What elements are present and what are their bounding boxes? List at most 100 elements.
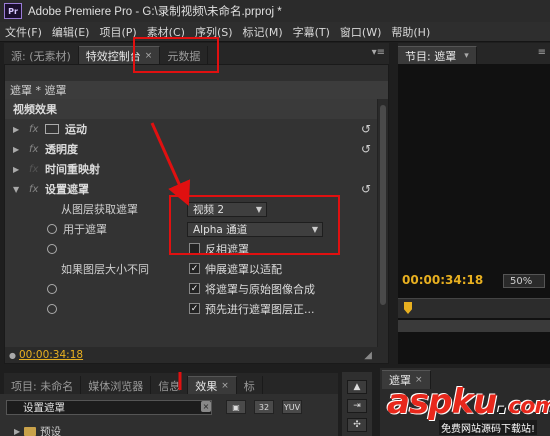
menu-title[interactable]: 字幕(T) — [288, 24, 335, 40]
expand-triangle-icon[interactable]: ▶ — [14, 427, 20, 436]
collapse-triangle-icon[interactable]: ▼ — [13, 185, 23, 194]
tree-item-label: 预设 — [40, 426, 62, 436]
expand-triangle-icon[interactable]: ▶ — [13, 165, 23, 174]
close-icon[interactable]: × — [221, 381, 229, 391]
current-time[interactable]: 00:00:34:18 — [19, 349, 83, 361]
effect-row-time-remap[interactable]: ▶ fx 时间重映射 — [5, 159, 377, 179]
effect-row-motion[interactable]: ▶ fx 运动 ↺ — [5, 119, 377, 139]
menu-window[interactable]: 窗口(W) — [335, 24, 386, 40]
project-panel-tabs: 项目: 未命名 媒体浏览器 信息 效果 × 标 — [4, 373, 338, 395]
tab-program-label: 节目: 遮罩 — [405, 50, 457, 63]
highlight-matte-settings — [169, 195, 340, 255]
tools-panel: ▲ ⇥ ✣ — [342, 372, 372, 436]
track-select-tool-icon[interactable]: ⇥ — [347, 399, 367, 413]
reset-icon[interactable]: ↺ — [361, 142, 371, 156]
watermark-subtitle: 免费网站源码下载站! — [439, 420, 538, 435]
video-effects-heading: 视频效果 — [5, 99, 377, 119]
watermark-logo: aspku.com — [387, 382, 550, 422]
program-scrub-bar[interactable] — [398, 320, 550, 332]
premiere-logo-icon: Pr — [4, 3, 22, 19]
stopwatch-icon[interactable] — [47, 244, 57, 254]
menu-edit[interactable]: 编辑(E) — [47, 24, 95, 40]
panel-menu-icon[interactable]: ▾≡ — [372, 47, 385, 58]
tab-label: 标 — [243, 379, 255, 393]
stopwatch-icon[interactable] — [47, 284, 57, 294]
checkbox-label: 将遮罩与原始图像合成 — [205, 283, 315, 296]
watermark-tld: com — [508, 394, 550, 419]
menu-file[interactable]: 文件(F) — [0, 24, 47, 40]
premultiply-checkbox[interactable]: ✓ — [189, 303, 200, 314]
ripple-edit-tool-icon[interactable]: ✣ — [347, 418, 367, 432]
watermark-main-text: aspku — [387, 382, 497, 422]
watermark: aspku.com 免费网站源码下载站! — [387, 382, 550, 436]
fx-icon[interactable]: fx — [29, 124, 43, 135]
effect-name: 运动 — [65, 123, 87, 136]
yuv-effects-button[interactable]: YUV — [282, 400, 302, 414]
tab-label: 项目: 未命名 — [11, 379, 74, 393]
effect-name: 时间重映射 — [45, 163, 100, 176]
effect-controls-footer: ● 00:00:34:18 ◢ — [5, 347, 388, 363]
menu-marker[interactable]: 标记(M) — [238, 24, 288, 40]
zoom-value: 50% — [510, 275, 533, 287]
menu-help[interactable]: 帮助(H) — [386, 24, 435, 40]
effect-name: 设置遮罩 — [45, 183, 89, 196]
clear-search-icon[interactable]: × — [201, 401, 211, 412]
prop-label: 从图层获取遮罩 — [61, 203, 138, 216]
checkbox-label: 预先进行遮罩图层正... — [205, 303, 315, 316]
program-monitor-viewer[interactable] — [398, 64, 550, 364]
watermark-dot: . — [496, 382, 509, 422]
reset-icon[interactable]: ↺ — [361, 182, 371, 196]
tree-item-presets[interactable]: ▶ 预设 — [14, 424, 61, 436]
selection-tool-icon[interactable]: ▲ — [347, 380, 367, 394]
accelerated-effects-icon[interactable]: ▣ — [226, 400, 246, 414]
title-bar: Pr Adobe Premiere Pro - G:\录制视频\未命名.prpr… — [0, 0, 550, 22]
effects-search-input[interactable]: 设置遮罩 — [6, 400, 212, 415]
prop-label: 如果图层大小不同 — [61, 263, 149, 276]
clip-header: 遮罩 * 遮罩 — [5, 81, 388, 99]
program-panel-tabs: 节目: 遮罩 ▾ ≡ — [398, 43, 550, 65]
button-label: YUV — [283, 402, 301, 412]
tab-label: 媒体浏览器 — [88, 379, 144, 393]
effect-name: 透明度 — [45, 143, 78, 156]
prop-label: 用于遮罩 — [63, 223, 107, 236]
folder-icon — [24, 427, 37, 436]
program-menu-icon[interactable]: ≡ — [538, 47, 546, 58]
scrollbar-thumb[interactable] — [380, 105, 386, 305]
effect-row-opacity[interactable]: ▶ fx 透明度 ↺ — [5, 139, 377, 159]
tab-markers[interactable]: 标 — [237, 376, 263, 395]
window-title: Adobe Premiere Pro - G:\录制视频\未命名.prproj … — [28, 6, 282, 18]
program-timecode[interactable]: 00:00:34:18 — [402, 273, 483, 287]
fx-icon[interactable]: fx — [29, 184, 43, 195]
fx-icon[interactable]: fx — [29, 144, 43, 155]
button-label: 32 — [258, 402, 270, 412]
highlight-effect-controls-tab — [133, 37, 219, 73]
tab-program[interactable]: 节目: 遮罩 ▾ — [398, 46, 477, 65]
tab-effects[interactable]: 效果 × — [188, 376, 237, 395]
search-value: 设置遮罩 — [23, 402, 65, 414]
tab-project[interactable]: 项目: 未命名 — [4, 376, 82, 395]
tab-label: 效果 — [195, 380, 218, 393]
menu-bar: 文件(F) 编辑(E) 项目(P) 素材(C) 序列(S) 标记(M) 字幕(T… — [0, 22, 550, 42]
stretch-matte-checkbox[interactable]: ✓ — [189, 263, 200, 274]
zoom-out-icon[interactable]: ◢ — [364, 350, 372, 361]
stopwatch-icon[interactable] — [47, 224, 57, 234]
zoom-level-dropdown[interactable]: 50% — [503, 274, 545, 288]
checkbox-label: 伸展遮罩以适配 — [205, 263, 282, 276]
tab-source-label: 源: (无素材) — [11, 49, 71, 63]
chevron-down-icon[interactable]: ▾ — [464, 51, 469, 61]
tab-label: 信息 — [158, 379, 181, 393]
32bit-effects-button[interactable]: 32 — [254, 400, 274, 414]
program-time-ruler[interactable] — [398, 298, 550, 318]
motion-icon[interactable] — [45, 124, 59, 134]
tab-source[interactable]: 源: (无素材) — [4, 46, 79, 65]
stopwatch-icon[interactable] — [47, 304, 57, 314]
reset-icon[interactable]: ↺ — [361, 122, 371, 136]
tab-info[interactable]: 信息 — [151, 376, 189, 395]
fx-icon: fx — [29, 163, 39, 175]
vertical-scrollbar[interactable] — [377, 99, 388, 347]
playhead-dot-icon: ● — [9, 350, 16, 360]
expand-triangle-icon[interactable]: ▶ — [13, 125, 23, 134]
tab-media-browser[interactable]: 媒体浏览器 — [81, 376, 152, 395]
expand-triangle-icon[interactable]: ▶ — [13, 145, 23, 154]
composite-matte-checkbox[interactable]: ✓ — [189, 283, 200, 294]
